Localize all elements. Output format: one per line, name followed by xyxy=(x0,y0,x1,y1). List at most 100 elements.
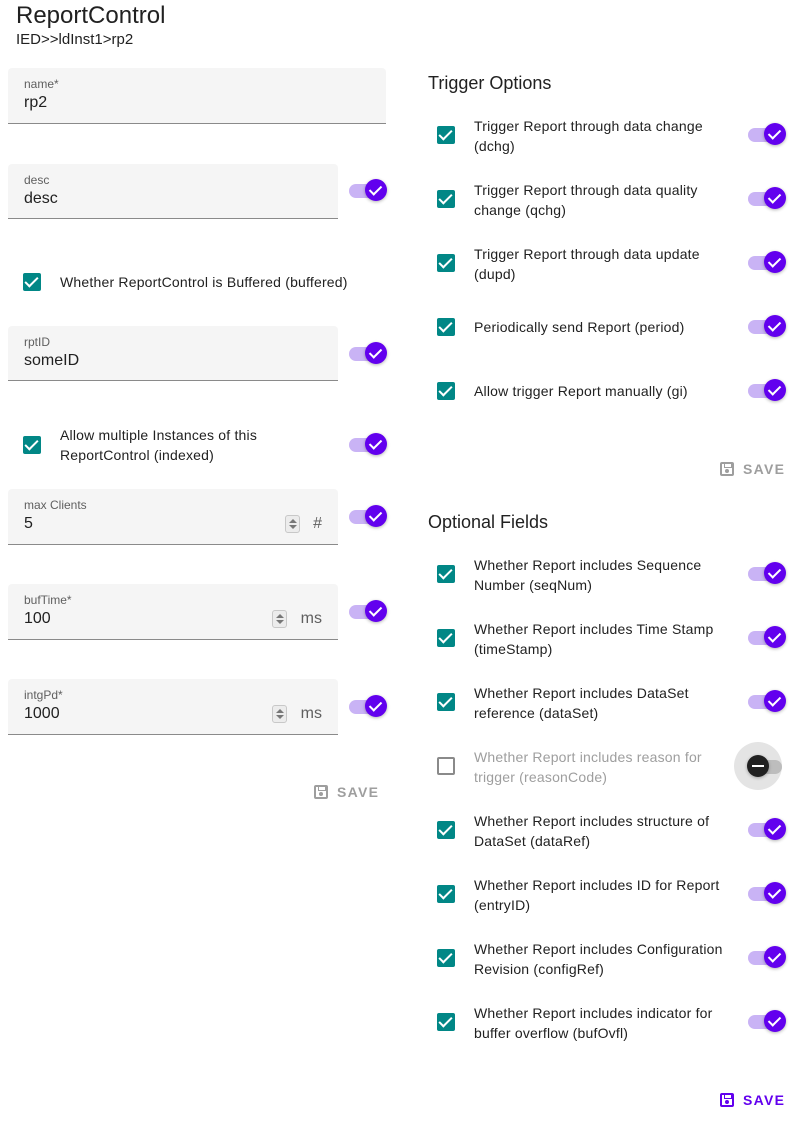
optional-field-checkbox[interactable] xyxy=(437,693,455,711)
max-clients-suffix: # xyxy=(313,515,322,532)
trigger-options-title: Trigger Options xyxy=(428,73,552,93)
trigger-option-label-line2: (dupd) xyxy=(474,266,516,282)
optional-field-label: Whether Report includes structure of Data… xyxy=(474,811,709,851)
optional-field-label-line2: buffer overflow (bufOvfl) xyxy=(474,1025,629,1041)
optional-field-checkbox[interactable] xyxy=(437,885,455,903)
trigger-option-label: Trigger Report through data update (dupd) xyxy=(474,244,700,284)
optional-field-label-line1: Whether Report includes structure of xyxy=(474,813,710,829)
intgpd-nullable-switch[interactable] xyxy=(349,694,387,720)
optional-field-switch[interactable] xyxy=(748,1009,786,1035)
optional-save-button[interactable]: SAVE xyxy=(720,1092,785,1108)
trigger-option-label: Trigger Report through data quality chang… xyxy=(474,180,698,220)
buftime-suffix: ms xyxy=(300,610,322,627)
check-icon xyxy=(764,187,786,209)
optional-field-switch[interactable] xyxy=(748,881,786,907)
indexed-nullable-switch[interactable] xyxy=(349,432,387,458)
desc-value: desc xyxy=(24,190,58,207)
buftime-nullable-switch[interactable] xyxy=(349,599,387,625)
rptid-field[interactable]: rptID someID xyxy=(8,326,338,381)
number-spinner[interactable] xyxy=(285,515,300,533)
check-icon xyxy=(764,1010,786,1032)
optional-field-switch[interactable] xyxy=(748,689,786,715)
name-value: rp2 xyxy=(24,94,48,111)
name-label: name* xyxy=(24,77,59,91)
check-icon xyxy=(764,315,786,337)
optional-field-label: Whether Report includes Configuration Rev… xyxy=(474,939,723,979)
optional-field-switch[interactable] xyxy=(748,945,786,971)
check-icon xyxy=(365,600,387,622)
trigger-option-checkbox[interactable] xyxy=(437,318,455,336)
check-icon xyxy=(764,251,786,273)
trigger-option-switch[interactable] xyxy=(748,378,786,404)
trigger-option-checkbox[interactable] xyxy=(437,126,455,144)
save-button[interactable]: SAVE xyxy=(314,784,379,800)
save-button-label: SAVE xyxy=(337,784,380,800)
buffered-checkbox[interactable] xyxy=(23,273,41,291)
optional-field-checkbox[interactable] xyxy=(437,565,455,583)
optional-field-label: Whether Report includes DataSet reference… xyxy=(474,683,689,723)
optional-field-label: Whether Report includes indicator for buf… xyxy=(474,1003,713,1043)
max-clients-value: 5 xyxy=(24,515,33,532)
check-icon xyxy=(365,695,387,717)
intgpd-suffix: ms xyxy=(300,705,322,722)
indexed-label-line2: ReportControl (indexed) xyxy=(60,447,215,463)
trigger-option-switch[interactable] xyxy=(748,314,786,340)
indexed-checkbox[interactable] xyxy=(23,436,41,454)
trigger-option-label: Trigger Report through data change (dchg) xyxy=(474,116,703,156)
max-clients-nullable-switch[interactable] xyxy=(349,504,387,530)
trigger-option-label-line1: Periodically send Report (period) xyxy=(474,319,685,335)
max-clients-label: max Clients xyxy=(24,498,87,512)
trigger-option-label-line1: Trigger Report through data quality xyxy=(474,182,698,198)
optional-field-switch[interactable] xyxy=(748,817,786,843)
number-spinner[interactable] xyxy=(272,705,287,723)
optional-field-checkbox[interactable] xyxy=(437,757,455,775)
optional-field-label-line2: (timeStamp) xyxy=(474,641,553,657)
page-title: ReportControl xyxy=(16,2,166,29)
save-icon xyxy=(314,785,328,799)
desc-nullable-switch[interactable] xyxy=(349,178,387,204)
check-icon xyxy=(764,882,786,904)
intgpd-value: 1000 xyxy=(24,705,60,722)
trigger-option-label: Allow trigger Report manually (gi) xyxy=(474,381,688,401)
check-icon xyxy=(764,626,786,648)
check-icon xyxy=(764,123,786,145)
buftime-field[interactable]: bufTime* 100 ms xyxy=(8,584,338,640)
number-spinner[interactable] xyxy=(272,610,287,628)
optional-field-label-line1: Whether Report includes Time Stamp xyxy=(474,621,714,637)
max-clients-field[interactable]: max Clients 5 # xyxy=(8,489,338,545)
desc-field[interactable]: desc desc xyxy=(8,164,338,219)
trigger-option-checkbox[interactable] xyxy=(437,382,455,400)
trigger-option-label-line1: Trigger Report through data change xyxy=(474,118,703,134)
optional-field-label-line2: trigger (reasonCode) xyxy=(474,769,608,785)
minus-icon xyxy=(747,755,769,777)
intgpd-field[interactable]: intgPd* 1000 ms xyxy=(8,679,338,735)
buffered-label: Whether ReportControl is Buffered (buffe… xyxy=(60,274,348,290)
optional-field-switch[interactable] xyxy=(748,561,786,587)
buftime-label: bufTime* xyxy=(24,593,72,607)
trigger-option-switch[interactable] xyxy=(748,122,786,148)
name-field[interactable]: name* rp2 xyxy=(8,68,386,124)
trigger-option-checkbox[interactable] xyxy=(437,254,455,272)
optional-field-label-line2: Number (seqNum) xyxy=(474,577,593,593)
check-icon xyxy=(764,946,786,968)
trigger-option-label-line2: (dchg) xyxy=(474,138,515,154)
optional-field-label: Whether Report includes Time Stamp (timeS… xyxy=(474,619,713,659)
trigger-option-switch[interactable] xyxy=(748,250,786,276)
check-icon xyxy=(365,433,387,455)
optional-field-checkbox[interactable] xyxy=(437,1013,455,1031)
optional-field-label-line1: Whether Report includes Sequence xyxy=(474,557,702,573)
optional-field-checkbox[interactable] xyxy=(437,949,455,967)
trigger-option-label-line1: Allow trigger Report manually (gi) xyxy=(474,383,688,399)
optional-field-switch[interactable] xyxy=(734,742,794,792)
optional-field-switch[interactable] xyxy=(748,625,786,651)
trigger-option-switch[interactable] xyxy=(748,186,786,212)
trigger-save-button[interactable]: SAVE xyxy=(720,461,785,477)
optional-field-checkbox[interactable] xyxy=(437,821,455,839)
optional-field-checkbox[interactable] xyxy=(437,629,455,647)
breadcrumb: IED>>ldInst1>rp2 xyxy=(16,31,134,48)
optional-field-label-line2: (entryID) xyxy=(474,897,531,913)
optional-field-label-line2: DataSet (dataRef) xyxy=(474,833,591,849)
rptid-nullable-switch[interactable] xyxy=(349,341,387,367)
trigger-option-checkbox[interactable] xyxy=(437,190,455,208)
optional-field-label-line2: Revision (configRef) xyxy=(474,961,605,977)
